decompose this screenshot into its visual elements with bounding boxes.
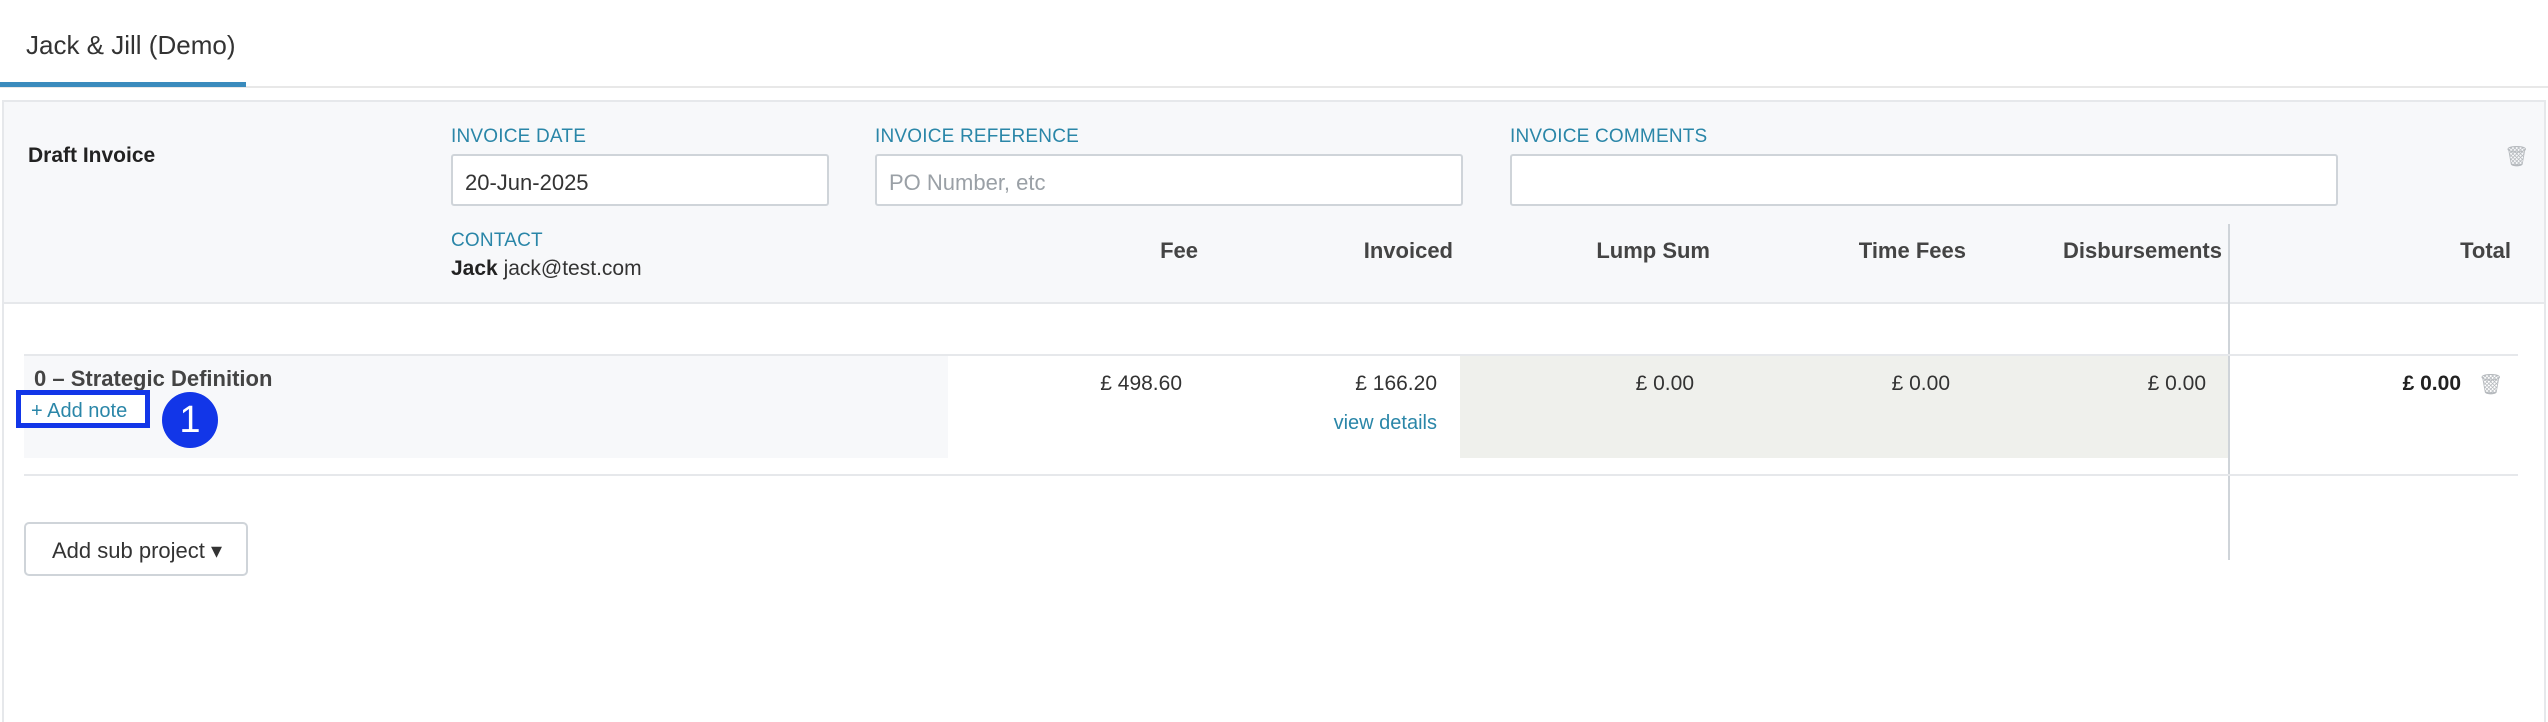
tab-bar: Jack & Jill (Demo): [0, 0, 2548, 88]
contact-value: Jack jack@test.com: [451, 257, 642, 281]
invoice-header: Draft Invoice INVOICE DATE 20-Jun-2025 I…: [4, 102, 2544, 304]
cell-time-fees[interactable]: £ 0.00: [1750, 372, 1950, 396]
invoice-reference-placeholder: PO Number, etc: [889, 170, 1046, 195]
invoice-comments-field[interactable]: [1510, 154, 2338, 206]
add-sub-project-label: Add sub project ▾: [52, 538, 223, 563]
col-disbursements: Disbursements: [2063, 238, 2222, 263]
tab-project[interactable]: Jack & Jill (Demo): [0, 0, 246, 87]
col-time-fees: Time Fees: [1858, 238, 1966, 263]
trash-icon[interactable]: 🗑: [2504, 144, 2529, 169]
invoice-comments-label: INVOICE COMMENTS: [1510, 126, 1708, 147]
cell-invoiced: £ 166.20: [1355, 372, 1437, 395]
total-divider: [2228, 224, 2230, 560]
trash-icon[interactable]: 🗑: [2478, 372, 2503, 397]
invoice-reference-label: INVOICE REFERENCE: [875, 126, 1079, 147]
annotation-badge: 1: [162, 392, 218, 448]
cell-fee: £ 498.60: [1100, 372, 1182, 395]
col-fee: Fee: [1160, 238, 1198, 263]
view-details-link[interactable]: view details: [1237, 412, 1437, 435]
row-divider: [24, 474, 2518, 476]
cell-total: £ 0.00: [2402, 372, 2461, 395]
col-invoiced: Invoiced: [1363, 238, 1453, 263]
cell-lump-sum[interactable]: £ 0.00: [1494, 372, 1694, 396]
row-title: 0 – Strategic Definition: [34, 366, 273, 391]
add-note-button[interactable]: + Add note: [16, 390, 150, 428]
invoice-date-label: INVOICE DATE: [451, 126, 587, 147]
add-sub-project-button[interactable]: Add sub project ▾: [24, 522, 248, 576]
invoice-date-value: 20-Jun-2025: [465, 170, 589, 195]
contact-email: jack@test.com: [503, 257, 642, 280]
col-lump-sum: Lump Sum: [1596, 238, 1710, 263]
add-note-label: + Add note: [31, 400, 128, 422]
invoice-title: Draft Invoice: [28, 144, 156, 167]
invoice-reference-field[interactable]: PO Number, etc: [875, 154, 1463, 206]
contact-name: Jack: [451, 257, 498, 280]
contact-label: CONTACT: [451, 230, 543, 251]
col-total: Total: [2460, 238, 2511, 263]
cell-disbursements[interactable]: £ 0.00: [2006, 372, 2206, 396]
invoice-date-field[interactable]: 20-Jun-2025: [451, 154, 829, 206]
tab-label: Jack & Jill (Demo): [26, 30, 236, 60]
